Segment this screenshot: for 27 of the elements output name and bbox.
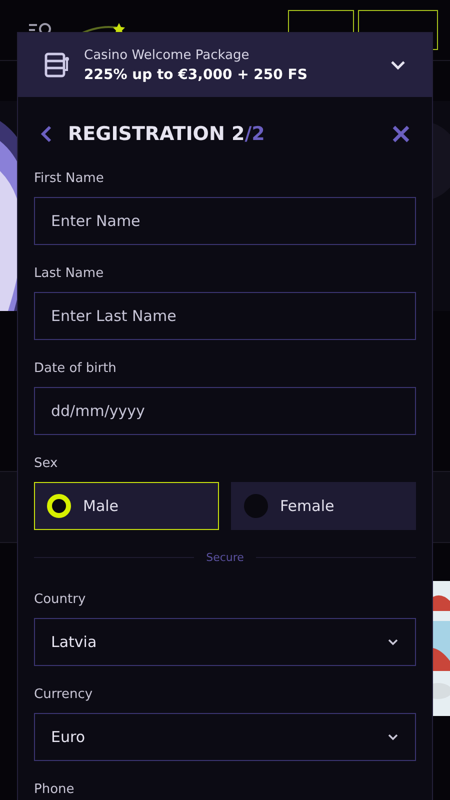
- promo-offer: 225% up to €3,000 + 250 FS: [84, 66, 308, 82]
- promo-title: Casino Welcome Package: [84, 48, 250, 62]
- radio-icon: [244, 494, 268, 518]
- field-label: Country: [34, 592, 87, 607]
- field-label: Currency: [34, 687, 94, 702]
- field-label: First Name: [34, 171, 105, 186]
- chevron-icon: [387, 638, 399, 646]
- chevron-icon[interactable]: [390, 60, 406, 70]
- radio-option[interactable]: Female: [231, 482, 416, 530]
- field-label: Date of birth: [34, 361, 118, 376]
- radio-icon: [47, 494, 71, 518]
- slot-machine-icon: [44, 52, 72, 78]
- promo-banner[interactable]: Casino Welcome Package 225% up to €3,000 + 250 FS: [18, 33, 432, 97]
- divider-label: Secure: [206, 551, 244, 564]
- dialog-title: REGISTRATION 2/2: [68, 123, 266, 145]
- chevron-icon: [387, 733, 399, 741]
- field-label: Phone: [34, 782, 76, 797]
- close-icon[interactable]: [392, 125, 410, 143]
- text-field[interactable]: dd/mm/yyyy: [34, 387, 416, 435]
- text-field[interactable]: Enter Last Name: [34, 292, 416, 340]
- select-field[interactable]: Latvia: [34, 618, 416, 666]
- text-field[interactable]: Enter Name: [34, 197, 416, 245]
- select-field[interactable]: Euro: [34, 713, 416, 761]
- field-label: Last Name: [34, 266, 105, 281]
- back-icon[interactable]: [40, 125, 52, 143]
- field-label: Sex: [34, 456, 59, 471]
- radio-option[interactable]: Male: [34, 482, 219, 530]
